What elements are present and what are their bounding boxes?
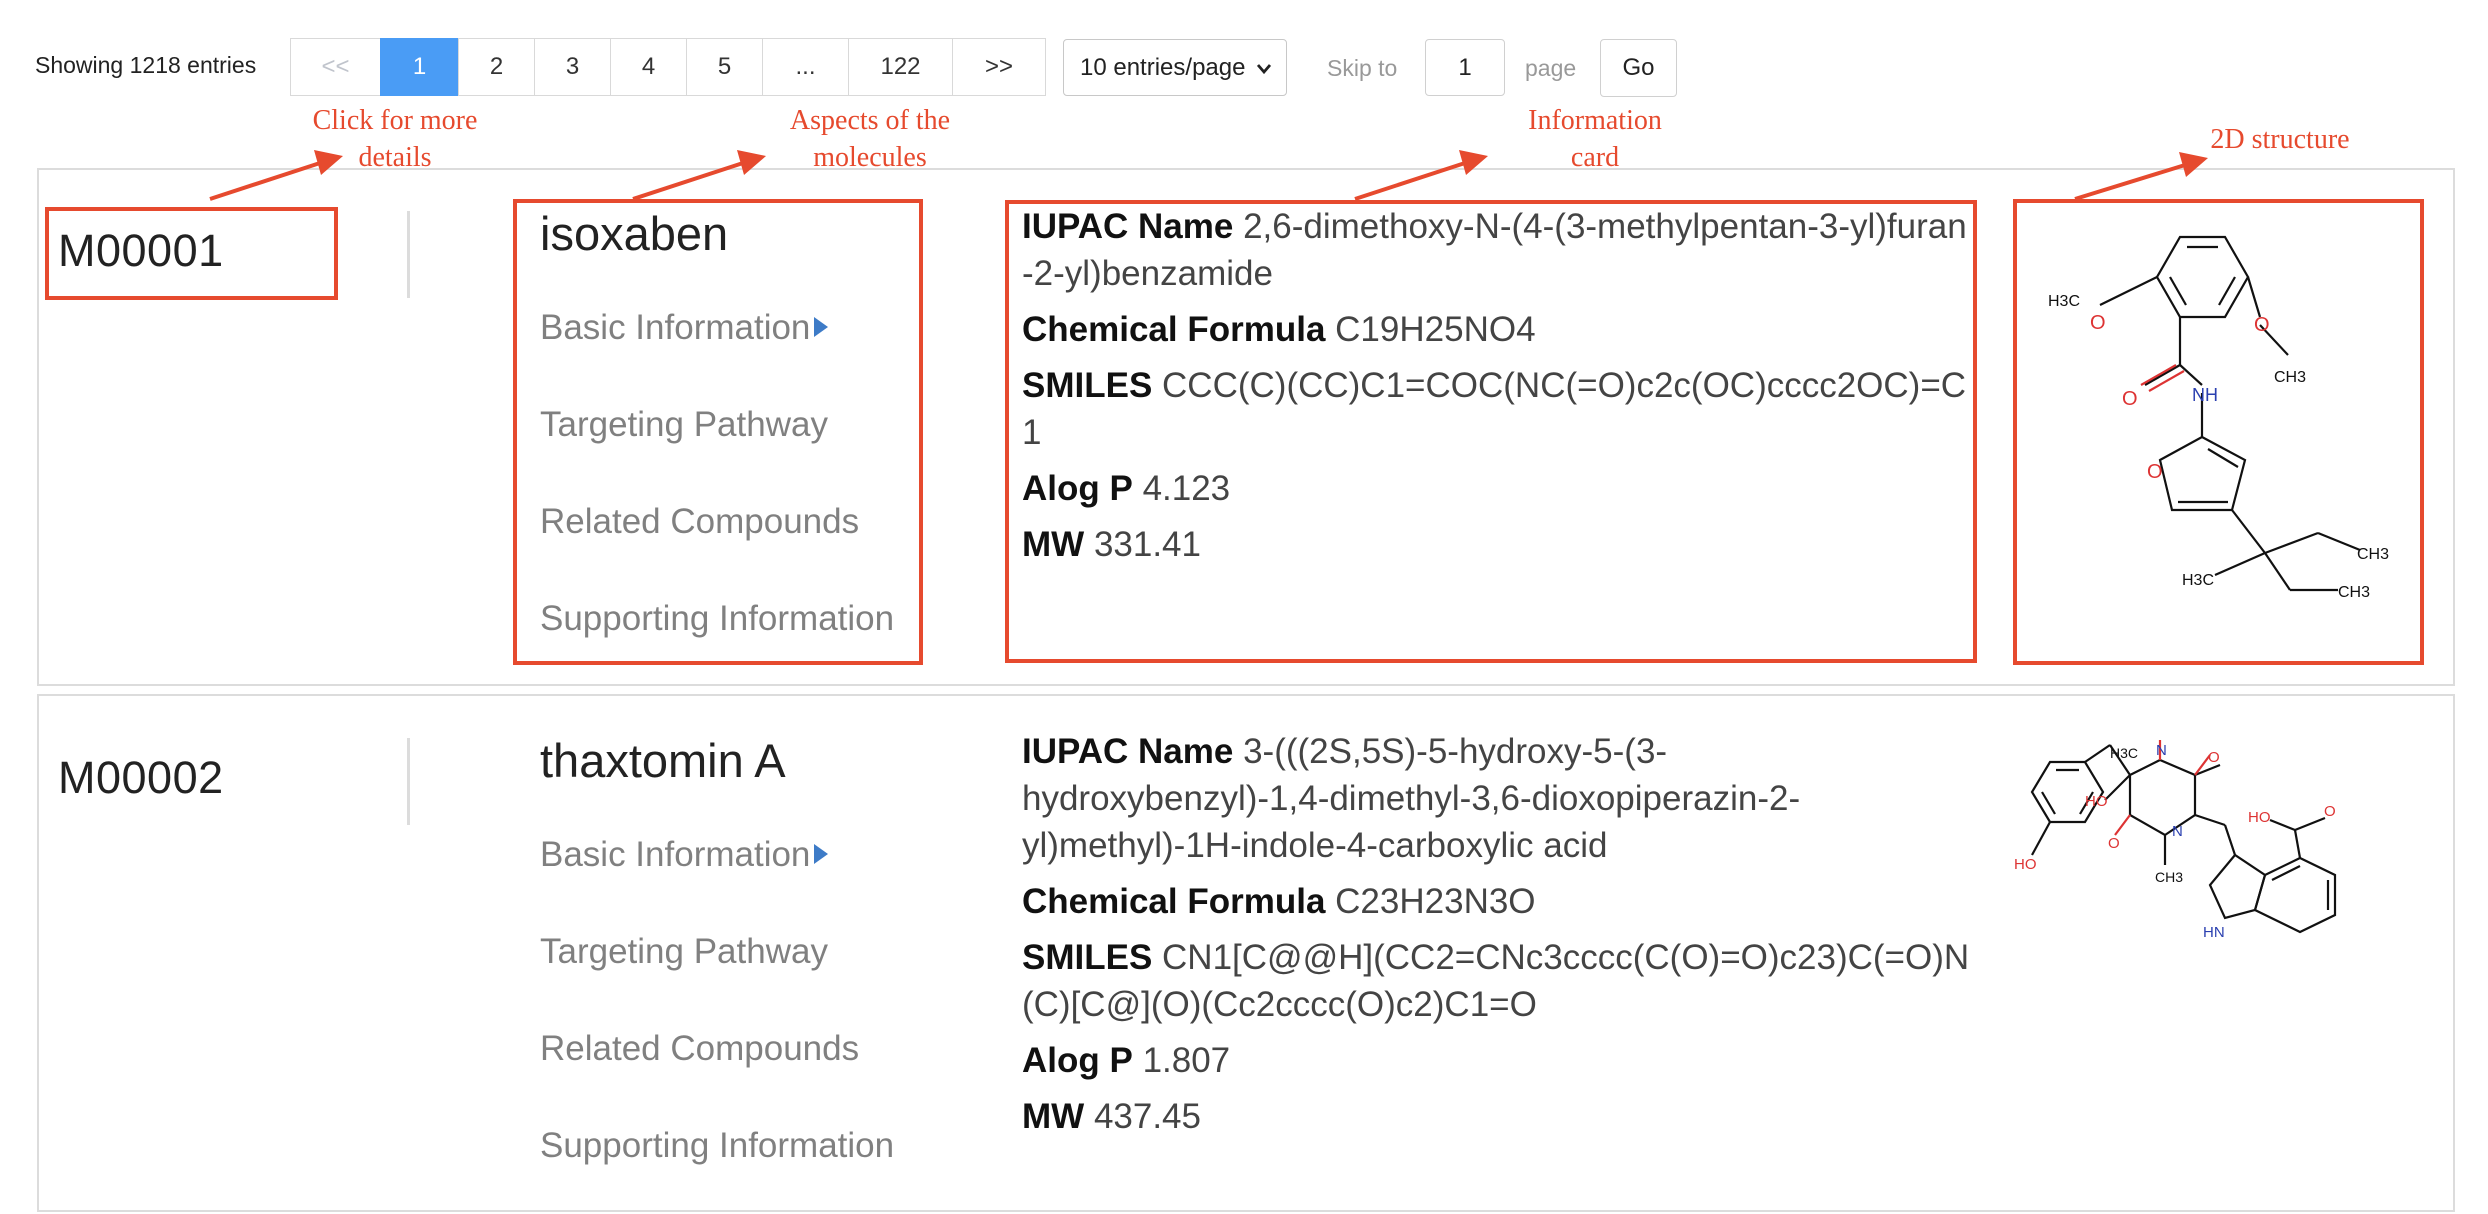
nav-label: Basic Information xyxy=(540,308,811,347)
atom-h3c: H3C xyxy=(2182,572,2214,589)
information-card: IUPAC Name 3-(((2S,5S)-5-hydroxy-5-(3-hy… xyxy=(1022,728,1972,1149)
page-button-5[interactable]: 5 xyxy=(686,38,763,96)
atom-ch3: CH3 xyxy=(2338,584,2370,601)
iupac-row: IUPAC Name 2,6-dimethoxy-N-(4-(3-methylp… xyxy=(1022,203,1972,297)
page-button-1[interactable]: 1 xyxy=(380,38,459,96)
nav-related-compounds[interactable]: Related Compounds xyxy=(540,502,859,542)
entries-per-page-select[interactable]: 10 entries/page xyxy=(1063,39,1287,96)
atom-o: O xyxy=(2108,835,2120,852)
next-page-button[interactable]: >> xyxy=(952,38,1046,96)
atom-o: O xyxy=(2254,314,2270,336)
nav-targeting-pathway[interactable]: Targeting Pathway xyxy=(540,405,828,445)
skip-to-label: Skip to xyxy=(1327,55,1398,81)
page-label: page xyxy=(1525,55,1577,81)
divider xyxy=(407,211,410,298)
iupac-label: IUPAC Name xyxy=(1022,207,1234,246)
nav-basic-information[interactable]: Basic Information xyxy=(540,835,829,875)
atom-h3c: H3C xyxy=(2048,293,2080,310)
page-button-2[interactable]: 2 xyxy=(458,38,535,96)
molecule-id[interactable]: M00002 xyxy=(58,752,224,804)
prev-page-button[interactable]: << xyxy=(290,38,381,96)
formula-row: Chemical Formula C23H23N3O xyxy=(1022,878,1972,925)
atom-o: O xyxy=(2147,461,2163,483)
atom-h3c: H3C xyxy=(2110,745,2138,761)
annotation-structure: 2D structure xyxy=(2210,124,2350,155)
atom-o: O xyxy=(2208,749,2220,766)
per-page-value: 10 entries/page xyxy=(1080,53,1246,81)
molecule-id[interactable]: M00001 xyxy=(58,225,224,277)
smiles-value: CN1[C@@H](CC2=CNc3cccc(C(O)=O)c23)C(=O)N… xyxy=(1022,938,1970,1024)
smiles-label: SMILES xyxy=(1022,366,1153,405)
information-card: IUPAC Name 2,6-dimethoxy-N-(4-(3-methylp… xyxy=(1022,203,1972,577)
atom-ho: HO xyxy=(2248,809,2271,826)
entries-count: Showing 1218 entries xyxy=(35,52,257,78)
mw-row: MW 331.41 xyxy=(1022,521,1972,568)
alogp-label: Alog P xyxy=(1022,1041,1133,1080)
alogp-value: 4.123 xyxy=(1142,469,1231,508)
caret-right-icon xyxy=(814,843,829,864)
atom-ch3: CH3 xyxy=(2357,546,2389,563)
atom-hn: HN xyxy=(2203,924,2225,941)
annotation-info-card: Information card xyxy=(1528,105,1662,173)
page-button-last[interactable]: 122 xyxy=(848,38,953,96)
go-button[interactable]: Go xyxy=(1600,39,1677,97)
divider xyxy=(407,738,410,825)
mw-label: MW xyxy=(1022,1097,1085,1136)
pager: << 1 2 3 4 5 ... 122 >> xyxy=(290,38,1046,98)
annotation-aspects: Aspects of the molecules xyxy=(789,105,951,173)
formula-label: Chemical Formula xyxy=(1022,310,1326,349)
smiles-value: CCC(C)(CC)C1=COC(NC(=O)c2c(OC)cccc2OC)=C… xyxy=(1022,366,1967,452)
formula-row: Chemical Formula C19H25NO4 xyxy=(1022,306,1972,353)
skip-page-input[interactable] xyxy=(1425,39,1505,96)
formula-value: C23H23N3O xyxy=(1335,882,1536,921)
structure-image-thaxtomin-a: HO HO N H3C O O N CH3 HN HO O xyxy=(2014,740,2337,941)
caret-right-icon xyxy=(814,316,829,337)
molecule-name: isoxaben xyxy=(540,207,729,260)
iupac-label: IUPAC Name xyxy=(1022,732,1234,771)
atom-ho: HO xyxy=(2014,856,2037,873)
atom-ho: HO xyxy=(2085,793,2108,810)
smiles-row: SMILES CN1[C@@H](CC2=CNc3cccc(C(O)=O)c23… xyxy=(1022,934,1972,1028)
atom-ch3: CH3 xyxy=(2155,869,2183,885)
chevron-down-icon xyxy=(1256,56,1272,88)
page-ellipsis[interactable]: ... xyxy=(762,38,849,96)
atom-n: N xyxy=(2172,823,2183,840)
smiles-label: SMILES xyxy=(1022,938,1153,977)
atom-o: O xyxy=(2122,388,2138,410)
mw-value: 331.41 xyxy=(1093,525,1201,564)
atom-n: N xyxy=(2156,742,2167,759)
formula-value: C19H25NO4 xyxy=(1335,310,1536,349)
nav-related-compounds[interactable]: Related Compounds xyxy=(540,1029,859,1069)
alogp-label: Alog P xyxy=(1022,469,1133,508)
nav-basic-information[interactable]: Basic Information xyxy=(540,308,829,348)
alogp-value: 1.807 xyxy=(1142,1041,1231,1080)
smiles-row: SMILES CCC(C)(CC)C1=COC(NC(=O)c2c(OC)ccc… xyxy=(1022,362,1972,456)
mw-row: MW 437.45 xyxy=(1022,1093,1972,1140)
formula-label: Chemical Formula xyxy=(1022,882,1326,921)
annotation-details: Click for more details xyxy=(312,105,478,173)
alogp-row: Alog P 4.123 xyxy=(1022,465,1972,512)
nav-supporting-information[interactable]: Supporting Information xyxy=(540,599,894,639)
atom-ch3: CH3 xyxy=(2274,369,2306,386)
page-button-4[interactable]: 4 xyxy=(610,38,687,96)
atom-o: O xyxy=(2090,312,2106,334)
mw-label: MW xyxy=(1022,525,1085,564)
iupac-row: IUPAC Name 3-(((2S,5S)-5-hydroxy-5-(3-hy… xyxy=(1022,728,1972,869)
mw-value: 437.45 xyxy=(1093,1097,1201,1136)
alogp-row: Alog P 1.807 xyxy=(1022,1037,1972,1084)
nav-targeting-pathway[interactable]: Targeting Pathway xyxy=(540,932,828,972)
molecule-name: thaxtomin A xyxy=(540,734,786,787)
atom-o: O xyxy=(2324,803,2336,820)
structure-image-isoxaben: H3C O O CH3 O NH O CH3 H3C CH3 xyxy=(2048,235,2389,601)
nav-supporting-information[interactable]: Supporting Information xyxy=(540,1126,894,1166)
page-button-3[interactable]: 3 xyxy=(534,38,611,96)
atom-nh: NH xyxy=(2192,385,2218,405)
nav-label: Basic Information xyxy=(540,835,811,874)
